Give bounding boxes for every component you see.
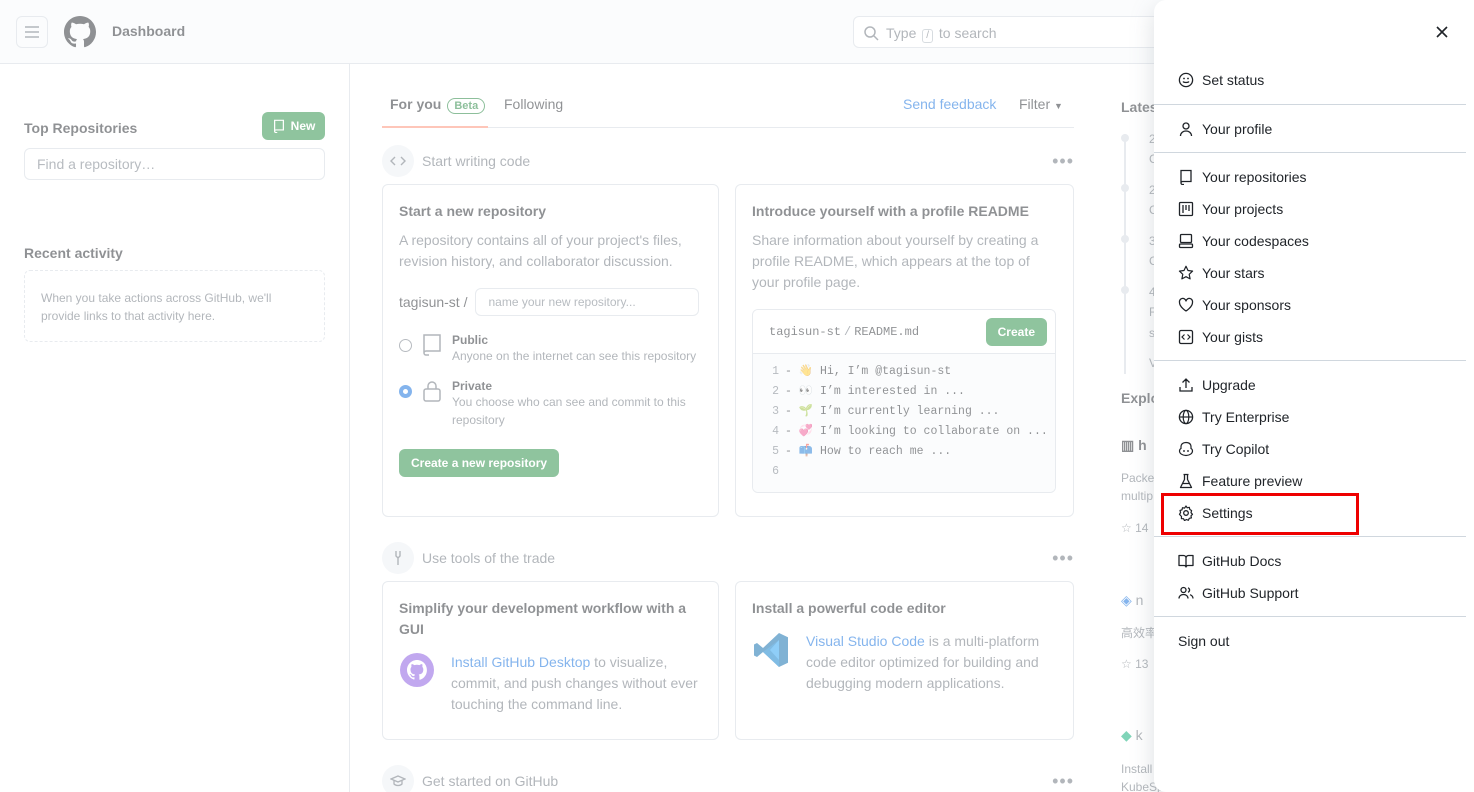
menu-item-label: Upgrade bbox=[1202, 377, 1256, 393]
settings-highlight-box bbox=[1161, 493, 1359, 535]
menu-item-label: Your codespaces bbox=[1202, 233, 1309, 249]
heart-icon bbox=[1178, 297, 1194, 313]
menu-item-label: Your gists bbox=[1202, 329, 1263, 345]
menu-item-github-support[interactable]: GitHub Support bbox=[1162, 577, 1466, 609]
close-icon bbox=[1436, 26, 1448, 38]
star-icon bbox=[1178, 265, 1194, 281]
copilot-icon bbox=[1178, 441, 1194, 457]
menu-item-label: Your sponsors bbox=[1202, 297, 1291, 313]
menu-item-label: Your repositories bbox=[1202, 169, 1307, 185]
menu-item-label: Your stars bbox=[1202, 265, 1265, 281]
menu-item-label: Set status bbox=[1202, 72, 1265, 88]
menu-item-label: Your profile bbox=[1202, 121, 1273, 137]
menu-item-label: Your projects bbox=[1202, 201, 1284, 217]
menu-item-try-enterprise[interactable]: Try Enterprise bbox=[1162, 401, 1466, 433]
menu-item-sign-out[interactable]: Sign out bbox=[1162, 625, 1466, 657]
codespaces-icon bbox=[1178, 233, 1194, 249]
menu-item-label: Try Copilot bbox=[1202, 441, 1270, 457]
user-menu-drawer: Set status Your profile Your repositorie… bbox=[1154, 0, 1474, 792]
menu-item-try-copilot[interactable]: Try Copilot bbox=[1162, 433, 1466, 465]
people-icon bbox=[1178, 585, 1194, 601]
beaker-icon bbox=[1178, 473, 1194, 489]
person-icon bbox=[1178, 121, 1194, 137]
menu-divider bbox=[1154, 104, 1466, 105]
close-button[interactable] bbox=[1430, 20, 1454, 44]
menu-item-label: Try Enterprise bbox=[1202, 409, 1290, 425]
menu-item-your-sponsors[interactable]: Your sponsors bbox=[1162, 289, 1466, 321]
smiley-icon bbox=[1178, 72, 1194, 88]
menu-item-label: Feature preview bbox=[1202, 473, 1303, 489]
menu-item-your-repositories[interactable]: Your repositories bbox=[1162, 161, 1466, 193]
menu-item-label: Sign out bbox=[1178, 633, 1230, 649]
repo-icon bbox=[1178, 169, 1194, 185]
project-icon bbox=[1178, 201, 1194, 217]
menu-divider bbox=[1154, 616, 1466, 617]
menu-divider bbox=[1154, 152, 1466, 153]
menu-divider bbox=[1154, 360, 1466, 361]
code-square-icon bbox=[1178, 329, 1194, 345]
menu-item-set-status[interactable]: Set status bbox=[1162, 64, 1466, 96]
upload-icon bbox=[1178, 377, 1194, 393]
menu-item-your-gists[interactable]: Your gists bbox=[1162, 321, 1466, 353]
menu-item-label: GitHub Support bbox=[1202, 585, 1299, 601]
menu-item-label: GitHub Docs bbox=[1202, 553, 1282, 569]
menu-item-your-profile[interactable]: Your profile bbox=[1162, 113, 1466, 145]
menu-item-upgrade[interactable]: Upgrade bbox=[1162, 369, 1466, 401]
globe-icon bbox=[1178, 409, 1194, 425]
menu-item-your-stars[interactable]: Your stars bbox=[1162, 257, 1466, 289]
menu-item-github-docs[interactable]: GitHub Docs bbox=[1162, 545, 1466, 577]
menu-divider bbox=[1154, 536, 1466, 537]
menu-item-your-projects[interactable]: Your projects bbox=[1162, 193, 1466, 225]
book-icon bbox=[1178, 553, 1194, 569]
menu-item-your-codespaces[interactable]: Your codespaces bbox=[1162, 225, 1466, 257]
